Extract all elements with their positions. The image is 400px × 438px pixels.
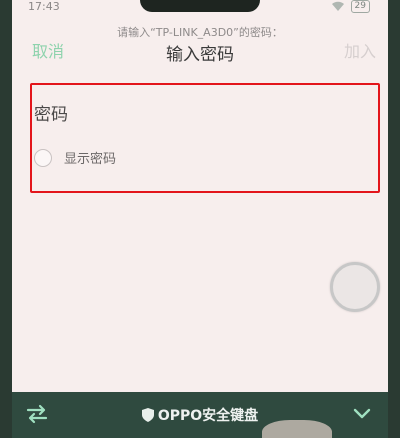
finger-overlay [262, 420, 332, 438]
status-time: 17:43 [28, 0, 60, 13]
dialog-header: 取消 请输入“TP-LINK_A3D0”的密码： 输入密码 加入 [12, 22, 388, 82]
shield-icon [141, 408, 154, 422]
keyboard-title-text: OPPO安全键盘 [157, 408, 259, 424]
phone-edge-left [0, 0, 12, 438]
network-prompt: 请输入“TP-LINK_A3D0”的密码： [117, 26, 283, 39]
password-input[interactable] [94, 96, 368, 126]
floating-assist-button[interactable] [330, 262, 380, 312]
battery-indicator: 29 [350, 0, 370, 13]
show-password-label: 显示密码 [64, 152, 117, 167]
show-password-toggle[interactable]: 显示密码 [34, 148, 116, 167]
join-button[interactable]: 加入 [344, 38, 376, 62]
show-password-radio[interactable] [34, 148, 52, 167]
chevron-down-icon[interactable] [352, 406, 372, 422]
password-label: 密码 [34, 105, 68, 125]
wifi-icon [331, 1, 344, 11]
phone-screen: 17:43 29 取消 请输入“TP-LINK_A3D0”的密码： 输入密码 加… [12, 0, 388, 438]
status-bar: 17:43 29 [12, 0, 388, 16]
keyboard-title: OPPO安全键盘 [12, 405, 388, 425]
dialog-title: 输入密码 [166, 45, 234, 65]
status-icons: 29 [331, 0, 370, 13]
phone-edge-right [388, 0, 400, 438]
